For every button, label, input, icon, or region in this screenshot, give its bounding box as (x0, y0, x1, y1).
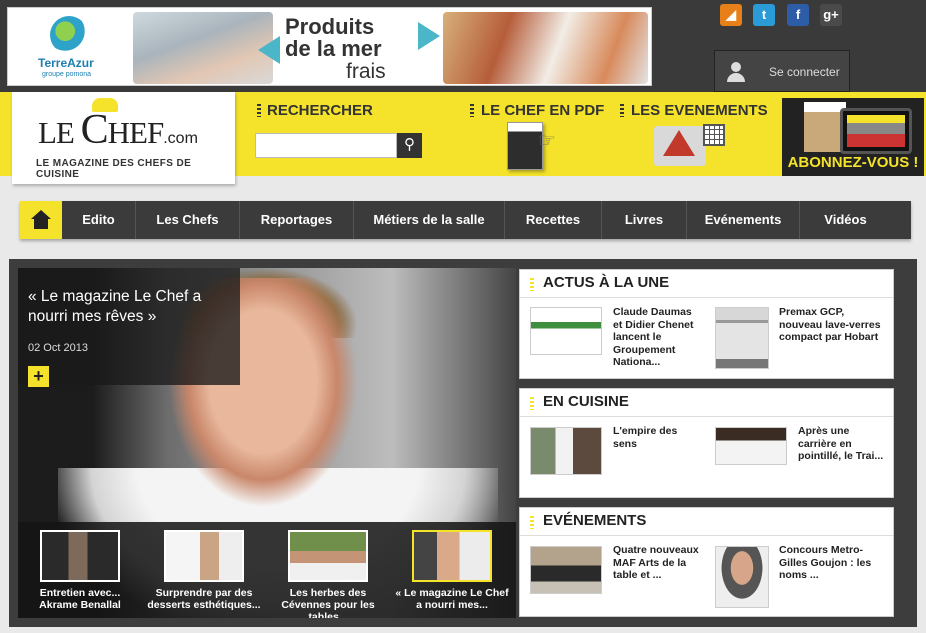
subscribe-label: ABONNEZ-VOUS ! (787, 154, 919, 171)
featured-title[interactable]: « Le magazine Le Chef a nourri mes rêves… (28, 287, 228, 327)
twitter-icon[interactable]: t (753, 4, 775, 26)
nav-item-metiers-salle[interactable]: Métiers de la salle (354, 201, 504, 239)
nav-item-videos[interactable]: Vidéos (800, 201, 891, 239)
ad-headline: Produits de la mer (285, 16, 382, 60)
title-bar-icon (470, 104, 474, 117)
home-icon (31, 210, 51, 219)
article-thumbnail[interactable] (530, 546, 602, 594)
slideshow-thumbnails: Entretien avec... Akrame Benallal Surpre… (18, 522, 516, 618)
featured-caption-box: « Le magazine Le Chef a nourri mes rêves… (18, 268, 240, 387)
panel-evenements: EVÉNEMENTS Quatre nouveaux MAF Arts de l… (519, 507, 894, 617)
read-more-button[interactable]: + (28, 366, 49, 387)
nav-item-reportages[interactable]: Reportages (240, 201, 353, 239)
panel-actus: ACTUS À LA UNE Claude Daumas et Didier C… (519, 269, 894, 379)
panel-en-cuisine: EN CUISINE L'empire des sens Après une c… (519, 388, 894, 498)
featured-slideshow[interactable]: « Le magazine Le Chef a nourri mes rêves… (18, 268, 516, 618)
article-thumbnail[interactable] (530, 427, 602, 475)
article-thumbnail[interactable] (715, 427, 787, 465)
thumbnail-image (412, 530, 492, 582)
events-title[interactable]: LES EVENEMENTS (631, 102, 768, 119)
divider (520, 416, 893, 417)
ad-brand: TerreAzur (38, 56, 94, 70)
thumbnail-caption: Surprendre par des desserts esthétiques.… (147, 587, 261, 611)
thumbnail-item[interactable]: Entretien avec... Akrame Benallal (20, 530, 140, 611)
subscribe-block[interactable]: ABONNEZ-VOUS ! (782, 98, 924, 176)
article-thumbnail[interactable] (715, 546, 769, 608)
thumbnail-image (288, 530, 368, 582)
ad-headline-line2: de la mer (285, 36, 382, 61)
article-link[interactable]: Premax GCP, nouveau lave-verres compact … (779, 306, 887, 344)
title-bar-icon (530, 278, 534, 291)
facebook-icon[interactable]: f (787, 4, 809, 26)
calendar-icon (703, 124, 725, 146)
ad-headline-line3: frais (346, 60, 386, 83)
user-icon (725, 61, 747, 83)
title-bar-icon (530, 397, 534, 410)
thumbnail-image (164, 530, 244, 582)
main-navigation: Edito Les Chefs Reportages Métiers de la… (20, 201, 911, 239)
ad-headline-line1: Produits (285, 14, 375, 39)
logo-wordmark: LE CHEF.com (38, 107, 198, 153)
title-bar-icon (530, 516, 534, 529)
login-label: Se connecter (769, 65, 840, 79)
ad-brand-sub: groupe pomona (42, 71, 92, 78)
ad-decor-triangle (258, 36, 280, 64)
logo-tagline: LE MAGAZINE DES CHEFS DE CUISINE (36, 158, 192, 180)
hand-cursor-icon: ☞ (538, 130, 556, 152)
article-link[interactable]: Quatre nouveaux MAF Arts de la table et … (613, 544, 701, 582)
terreazur-logo-icon (50, 16, 88, 54)
panel-title[interactable]: ACTUS À LA UNE (543, 274, 669, 291)
article-thumbnail[interactable] (530, 307, 602, 355)
article-link[interactable]: L'empire des sens (613, 425, 701, 450)
thumbnail-caption: Les herbes des Cévennes pour les tables.… (281, 587, 375, 618)
nav-item-edito[interactable]: Edito (62, 201, 135, 239)
nav-item-les-chefs[interactable]: Les Chefs (136, 201, 239, 239)
nav-item-evenements[interactable]: Evénements (687, 201, 799, 239)
pdf-title[interactable]: LE CHEF EN PDF (481, 102, 604, 119)
divider (520, 535, 893, 536)
tablet-icon (840, 108, 912, 154)
featured-date: 02 Oct 2013 (28, 342, 88, 354)
thumbnail-item[interactable]: Surprendre par des desserts esthétiques.… (144, 530, 264, 611)
warning-triangle-icon (663, 130, 695, 156)
article-link[interactable]: Claude Daumas et Didier Chenet lancent l… (613, 306, 701, 369)
advertisement-banner[interactable]: TerreAzur groupe pomona Produits de la m… (7, 7, 652, 86)
search-icon: ⚲ (404, 136, 415, 153)
chef-hat-icon (92, 98, 118, 112)
search-button[interactable]: ⚲ (397, 133, 422, 158)
panel-title[interactable]: EN CUISINE (543, 393, 629, 410)
search-input[interactable] (255, 133, 397, 158)
thumbnail-item[interactable]: Les herbes des Cévennes pour les tables.… (268, 530, 388, 618)
search-title: RECHERCHER (267, 102, 373, 119)
thumbnail-image (40, 530, 120, 582)
googleplus-icon[interactable]: g+ (820, 4, 842, 26)
title-bar-icon (257, 104, 261, 117)
article-thumbnail[interactable] (715, 307, 769, 369)
rss-icon[interactable]: ◢ (720, 4, 742, 26)
article-link[interactable]: Concours Metro-Gilles Goujon : les noms … (779, 544, 887, 582)
divider (520, 297, 893, 298)
terreazur-logo: TerreAzur groupe pomona (16, 14, 126, 80)
nav-item-livres[interactable]: Livres (602, 201, 686, 239)
home-button[interactable] (20, 201, 62, 239)
panel-title[interactable]: EVÉNEMENTS (543, 512, 646, 529)
thumbnail-caption: Entretien avec... Akrame Benallal (39, 587, 121, 611)
title-bar-icon (620, 104, 624, 117)
ad-seafood-image (443, 12, 648, 84)
ad-fish-image (133, 12, 273, 84)
article-link[interactable]: Après une carrière en pointillé, le Trai… (798, 425, 886, 463)
thumbnail-item-active[interactable]: « Le magazine Le Chef a nourri mes... (392, 530, 512, 611)
ad-decor-triangle (418, 22, 440, 50)
site-logo[interactable]: LE CHEF.com LE MAGAZINE DES CHEFS DE CUI… (12, 92, 235, 184)
nav-item-recettes[interactable]: Recettes (505, 201, 601, 239)
login-button[interactable]: Se connecter (714, 50, 850, 92)
thumbnail-caption: « Le magazine Le Chef a nourri mes... (395, 587, 509, 611)
